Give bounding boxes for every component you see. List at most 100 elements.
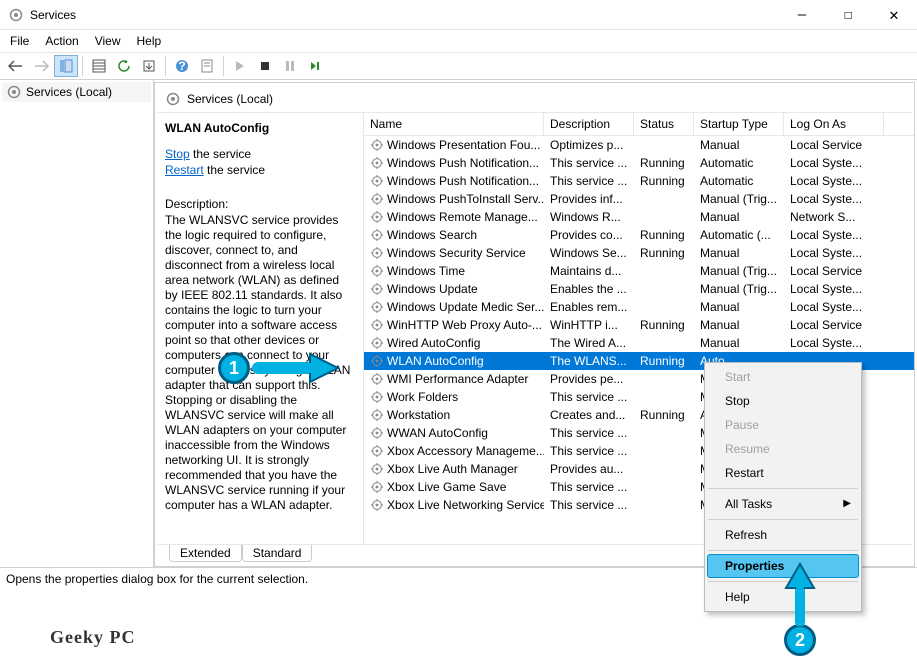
row-logon-as: Local Syste... (784, 228, 884, 242)
gear-icon (370, 498, 384, 512)
service-row[interactable]: Windows Remote Manage...Windows R...Manu… (364, 208, 914, 226)
col-description[interactable]: Description (544, 113, 634, 135)
detail-header: Services (Local) (157, 85, 912, 113)
gear-icon (370, 246, 384, 260)
row-description: This service ... (544, 498, 634, 512)
tab-extended[interactable]: Extended (169, 545, 242, 562)
row-logon-as: Network S... (784, 210, 884, 224)
row-status: Running (634, 318, 694, 332)
help-button[interactable]: ? (170, 55, 194, 77)
row-name: WMI Performance Adapter (387, 372, 528, 386)
row-description: This service ... (544, 426, 634, 440)
cm-separator (708, 488, 858, 489)
gear-icon (370, 228, 384, 242)
restart-link[interactable]: Restart (165, 163, 204, 177)
service-row[interactable]: Wired AutoConfigThe Wired A...ManualLoca… (364, 334, 914, 352)
row-description: The Wired A... (544, 336, 634, 350)
column-headers: Name Description Status Startup Type Log… (364, 113, 914, 136)
row-startup-type: Manual (694, 246, 784, 260)
forward-button[interactable] (29, 55, 53, 77)
row-description: Optimizes p... (544, 138, 634, 152)
row-startup-type: Manual (Trig... (694, 264, 784, 278)
cm-refresh[interactable]: Refresh (707, 523, 859, 547)
gear-icon (370, 318, 384, 332)
start-service-button[interactable] (228, 55, 252, 77)
cm-separator (708, 519, 858, 520)
row-description: This service ... (544, 174, 634, 188)
service-row[interactable]: Windows Update Medic Ser...Enables rem..… (364, 298, 914, 316)
row-name: Windows Presentation Fou... (387, 138, 540, 152)
row-status: Running (634, 408, 694, 422)
row-description: Provides inf... (544, 192, 634, 206)
service-row[interactable]: Windows Push Notification...This service… (364, 154, 914, 172)
gear-icon (6, 84, 22, 100)
restart-service-button[interactable] (303, 55, 327, 77)
properties-button[interactable] (195, 55, 219, 77)
service-row[interactable]: Windows PushToInstall Serv...Provides in… (364, 190, 914, 208)
chevron-right-icon: ▶ (843, 498, 851, 509)
window-title: Services (30, 8, 779, 22)
row-startup-type: Manual (694, 318, 784, 332)
gear-icon (165, 91, 181, 107)
col-startup-type[interactable]: Startup Type (694, 113, 784, 135)
row-name: WinHTTP Web Proxy Auto-... (387, 318, 542, 332)
service-row[interactable]: Windows Update Enables the ... Manual (Tri… (364, 280, 914, 298)
gear-icon (370, 174, 384, 188)
row-startup-type: Manual (Trig... (694, 282, 784, 296)
row-startup-type: Manual (694, 138, 784, 152)
col-logon-as[interactable]: Log On As (784, 113, 884, 135)
cm-stop[interactable]: Stop (707, 389, 859, 413)
service-row[interactable]: Windows Push Notification...This service… (364, 172, 914, 190)
row-startup-type: Automatic (694, 156, 784, 170)
show-hide-tree-button[interactable] (54, 55, 78, 77)
refresh-button[interactable] (112, 55, 136, 77)
cm-restart[interactable]: Restart (707, 461, 859, 485)
menu-help[interactable]: Help (129, 32, 170, 50)
action-restart: Restart the service (165, 163, 353, 177)
service-row[interactable]: Windows SearchProvides co...RunningAutom… (364, 226, 914, 244)
annotation-2-arrow (776, 560, 824, 626)
tree-root-services-local[interactable]: Services (Local) (2, 82, 151, 102)
row-description: Maintains d... (544, 264, 634, 278)
gear-icon (370, 282, 384, 296)
minimize-button[interactable]: — (779, 0, 825, 30)
row-description: Provides pe... (544, 372, 634, 386)
gear-icon (370, 192, 384, 206)
pause-service-button[interactable] (278, 55, 302, 77)
stop-service-button[interactable] (253, 55, 277, 77)
service-row[interactable]: Windows Security ServiceWindows Se...Run… (364, 244, 914, 262)
detail-header-title: Services (Local) (187, 92, 273, 106)
row-name: Windows Update (387, 282, 478, 296)
view-button[interactable] (87, 55, 111, 77)
row-description: Provides co... (544, 228, 634, 242)
annotation-2-badge: 2 (784, 624, 816, 656)
row-description: Enables the ... (544, 282, 634, 296)
row-logon-as: Local Syste... (784, 174, 884, 188)
tab-standard[interactable]: Standard (242, 545, 313, 562)
close-button[interactable]: ✕ (871, 0, 917, 30)
service-summary: WLAN AutoConfig Stop the service Restart… (155, 113, 364, 544)
row-description: Windows R... (544, 210, 634, 224)
row-name: Windows Push Notification... (387, 156, 539, 170)
stop-link[interactable]: Stop (165, 147, 190, 161)
gear-icon (370, 444, 384, 458)
row-description: The WLANS... (544, 354, 634, 368)
col-status[interactable]: Status (634, 113, 694, 135)
back-button[interactable] (4, 55, 28, 77)
row-name: Windows PushToInstall Serv... (387, 192, 544, 206)
col-name[interactable]: Name (364, 113, 544, 135)
menu-view[interactable]: View (87, 32, 129, 50)
maximize-button[interactable]: ☐ (825, 0, 871, 30)
row-logon-as: Local Syste... (784, 246, 884, 260)
service-row[interactable]: WinHTTP Web Proxy Auto-...WinHTTP i...Ru… (364, 316, 914, 334)
row-description: This service ... (544, 390, 634, 404)
menu-action[interactable]: Action (37, 32, 86, 50)
titlebar: Services — ☐ ✕ (0, 0, 917, 30)
menu-file[interactable]: File (2, 32, 37, 50)
cm-all-tasks[interactable]: All Tasks▶ (707, 492, 859, 516)
services-icon (8, 7, 24, 23)
service-row[interactable]: Windows TimeMaintains d...Manual (Trig..… (364, 262, 914, 280)
export-list-button[interactable] (137, 55, 161, 77)
gear-icon (370, 372, 384, 386)
service-row[interactable]: Windows Presentation Fou... Optimizes p..… (364, 136, 914, 154)
